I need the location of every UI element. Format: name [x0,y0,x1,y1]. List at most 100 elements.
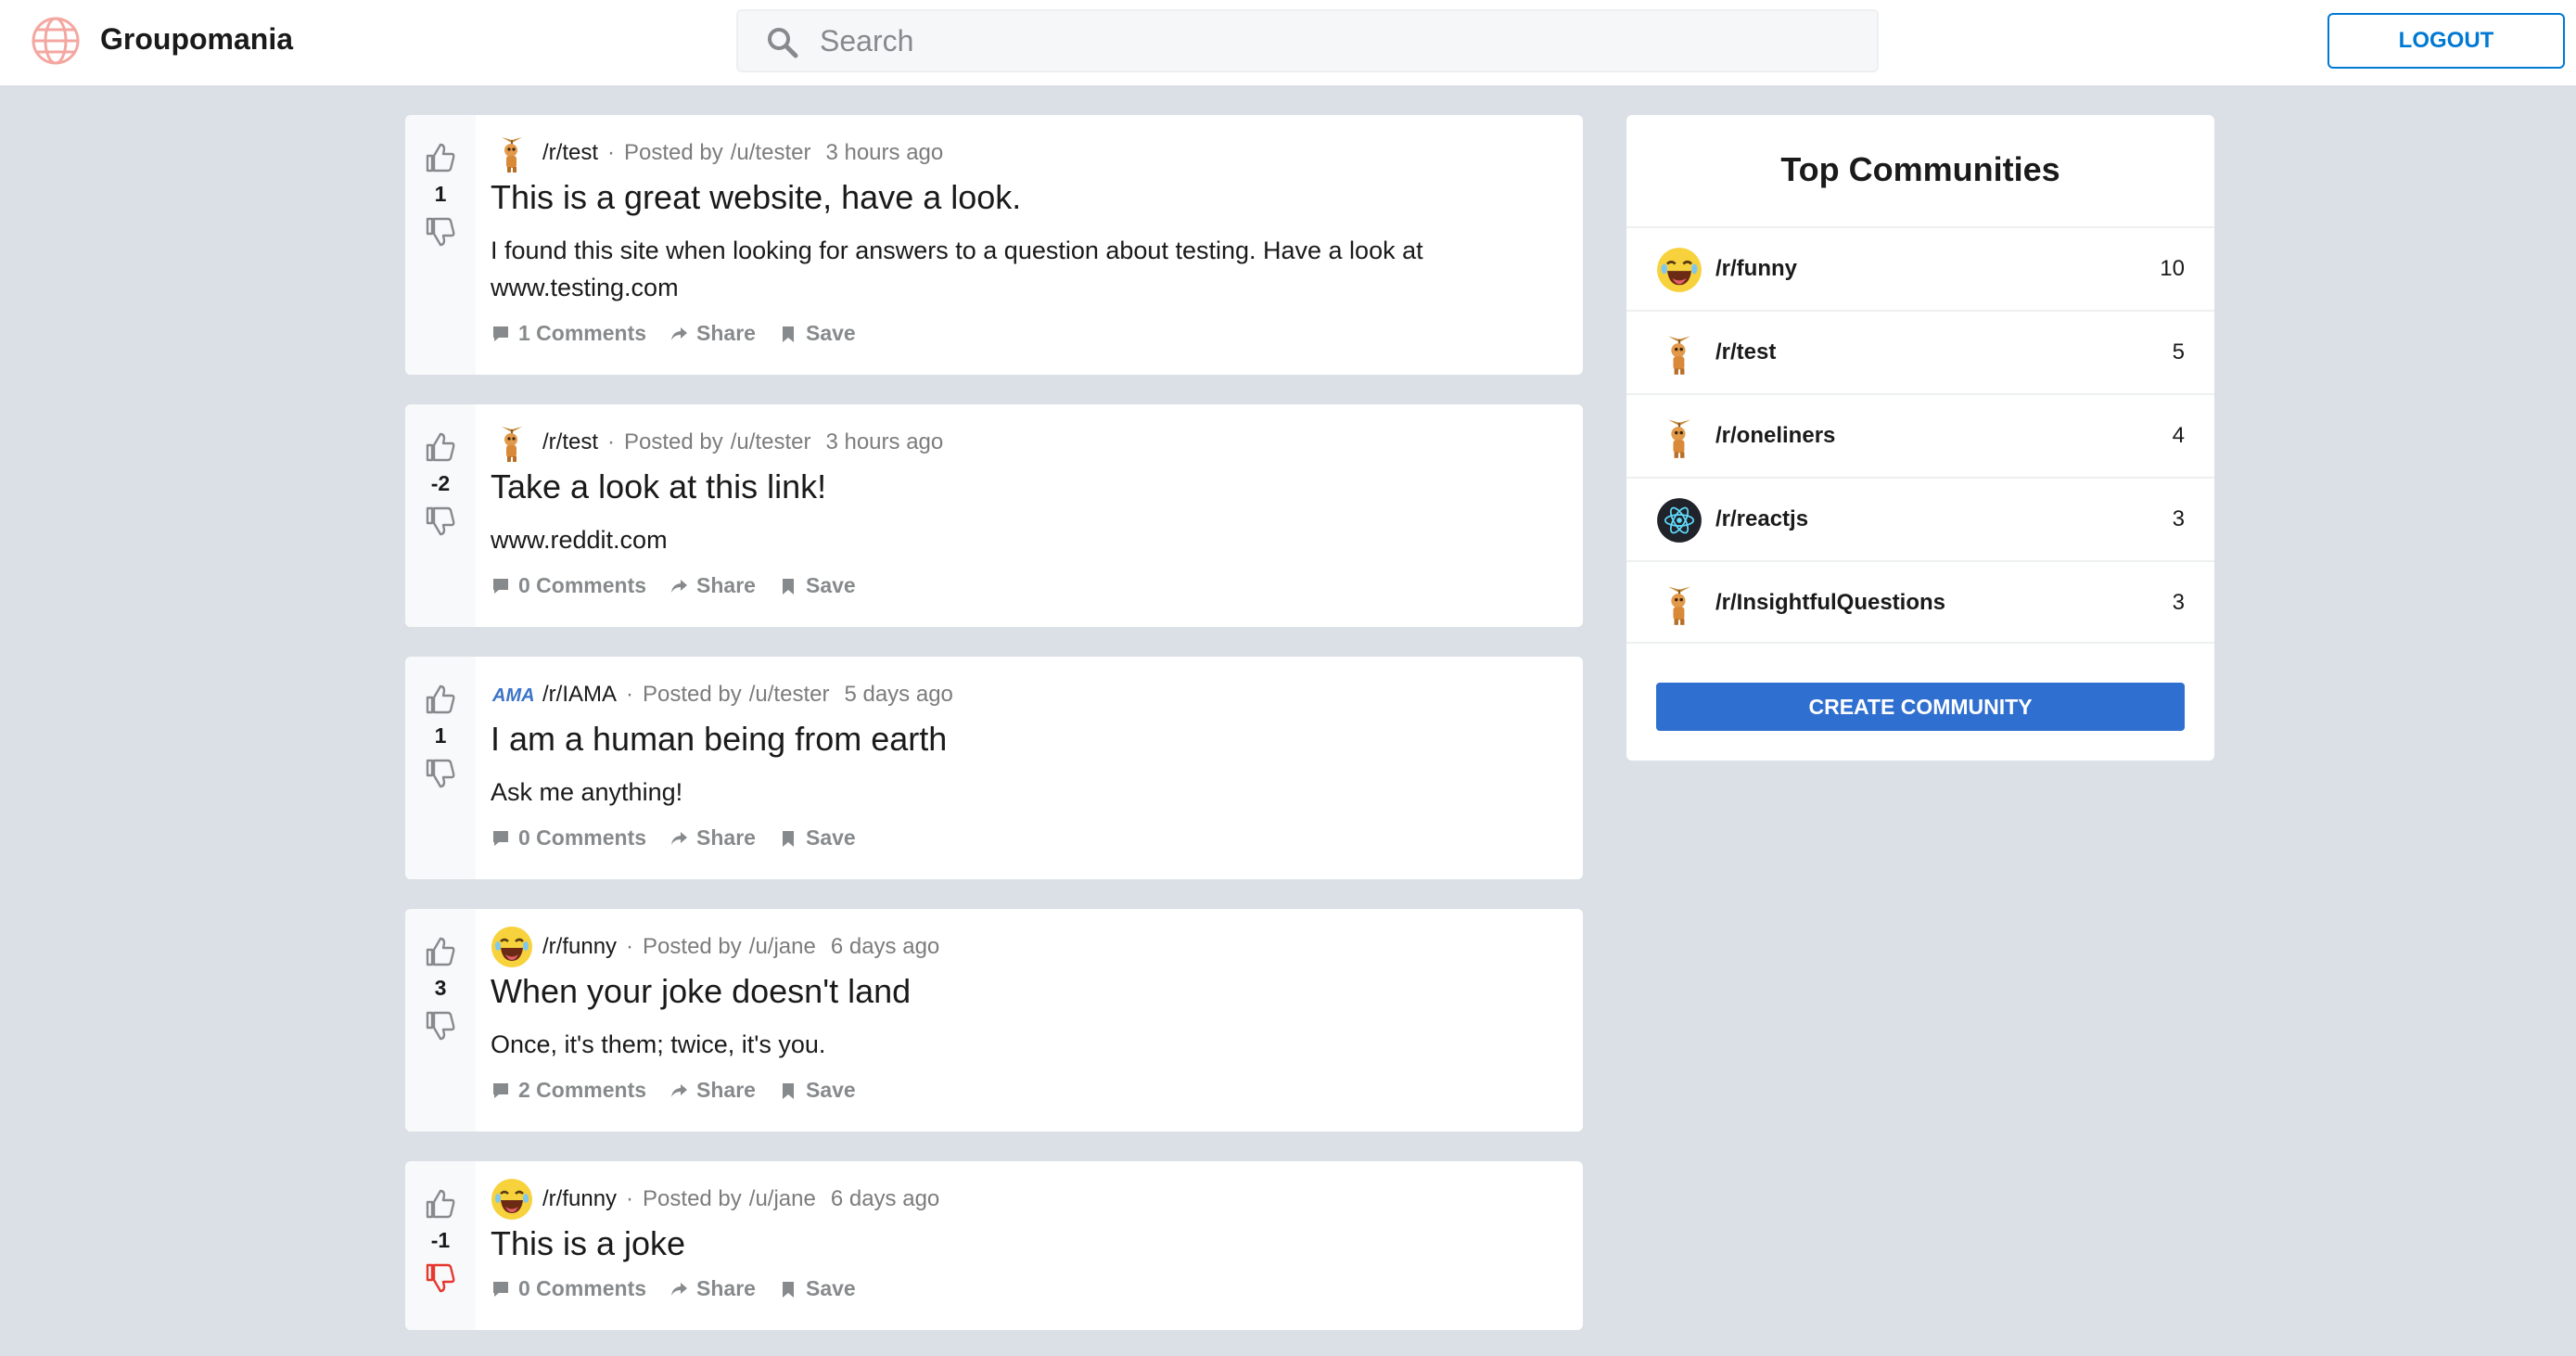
wooden-figure-icon [1656,330,1702,377]
post-meta: /r/IAMA · Posted by /u/tester 5 days ago [491,673,953,716]
comments-label: 2 Comments [518,1078,647,1102]
globe-icon[interactable] [30,15,82,67]
share-button[interactable]: Share [669,573,756,598]
save-button[interactable]: Save [778,825,856,851]
post-time: 5 days ago [844,682,953,707]
community-name[interactable]: /r/oneliners [1715,423,1835,449]
community-link[interactable]: /r/test [542,140,598,166]
vote-score: 1 [434,182,447,206]
post-body[interactable]: /r/IAMA · Posted by /u/tester 5 days ago… [491,657,1564,879]
post-text: I found this site when looking for answe… [491,237,1423,301]
community-link[interactable]: /r/funny [542,934,617,960]
post-title[interactable]: Take a look at this link! [491,467,826,506]
save-button[interactable]: Save [778,321,856,346]
share-label: Share [696,321,756,345]
comment-icon [491,324,511,344]
comments-button[interactable]: 0 Comments [491,1276,646,1301]
search-input[interactable] [820,17,1858,65]
community-link[interactable]: /r/funny [542,1186,617,1212]
post-title[interactable]: I am a human being from earth [491,720,947,759]
share-label: Share [696,825,756,850]
meta-separator: · [626,934,634,959]
post-body[interactable]: /r/test · Posted by /u/tester 3 hours ag… [491,115,1564,375]
top-communities-panel: Top Communities /r/funny 10 /r/test 5 /r… [1626,115,2214,761]
posted-by-label: Posted by [643,1186,742,1211]
share-button[interactable]: Share [669,321,756,346]
wooden-figure-icon [1656,581,1702,627]
community-name[interactable]: /r/funny [1715,256,1797,282]
community-link[interactable]: /r/test [542,429,598,455]
downvote-icon[interactable] [424,757,457,790]
brand-name[interactable]: Groupomania [100,22,293,57]
share-button[interactable]: Share [669,1276,756,1301]
user-link[interactable]: /u/tester [731,429,811,455]
user-link[interactable]: /u/tester [731,140,811,166]
search-bar[interactable] [736,9,1879,72]
downvote-icon-active[interactable] [424,1261,457,1295]
user-link[interactable]: /u/tester [749,682,830,708]
save-label: Save [805,321,856,345]
create-community-button[interactable]: CREATE COMMUNITY [1656,683,2185,731]
community-row[interactable]: /r/reactjs 3 [1626,477,2214,560]
post-body[interactable]: /r/funny · Posted by /u/jane 6 days ago … [491,1161,1564,1330]
save-button[interactable]: Save [778,573,856,598]
community-count: 4 [2172,423,2185,448]
meta-separator: · [607,140,616,165]
downvote-icon[interactable] [424,1009,457,1043]
ama-logo-icon [491,673,533,716]
vote-column: 1 [405,657,476,879]
post-actions: 2 Comments Share Save [491,1078,878,1103]
post-time: 6 days ago [830,934,940,959]
share-label: Share [696,573,756,597]
comments-button[interactable]: 0 Comments [491,825,646,851]
user-link[interactable]: /u/jane [749,1186,816,1212]
save-label: Save [805,1078,856,1102]
comment-icon [491,828,511,849]
community-row[interactable]: /r/funny 10 [1626,226,2214,310]
community-row[interactable]: /r/test 5 [1626,310,2214,393]
post-title[interactable]: This is a great website, have a look. [491,178,1021,217]
comments-button[interactable]: 0 Comments [491,573,646,598]
comments-button[interactable]: 1 Comments [491,321,646,346]
upvote-icon[interactable] [424,430,457,464]
top-navbar: Groupomania LOGOUT [0,0,2576,85]
post-text: www.reddit.com [491,526,668,554]
user-link[interactable]: /u/jane [749,934,816,960]
comments-label: 0 Comments [518,1276,647,1300]
post-time: 3 hours ago [825,140,944,165]
community-row[interactable]: /r/InsightfulQuestions 3 [1626,560,2214,644]
vote-column: 3 [405,909,476,1132]
community-name[interactable]: /r/test [1715,339,1776,365]
comments-button[interactable]: 2 Comments [491,1078,646,1103]
vote-column: 1 [405,115,476,375]
save-button[interactable]: Save [778,1276,856,1301]
downvote-icon[interactable] [424,215,457,249]
community-name[interactable]: /r/reactjs [1715,506,1808,532]
post-body[interactable]: /r/funny · Posted by /u/jane 6 days ago … [491,909,1564,1132]
upvote-icon[interactable] [424,935,457,968]
bookmark-icon [778,828,798,849]
post-meta: /r/test · Posted by /u/tester 3 hours ag… [491,132,943,174]
share-icon [669,1279,689,1299]
vote-column: -1 [405,1161,476,1330]
community-link[interactable]: /r/IAMA [542,682,617,708]
community-row[interactable]: /r/oneliners 4 [1626,393,2214,477]
logout-button[interactable]: LOGOUT [2327,13,2565,69]
share-button[interactable]: Share [669,1078,756,1103]
post-actions: 0 Comments Share Save [491,825,878,851]
upvote-icon[interactable] [424,1187,457,1221]
post-title[interactable]: This is a joke [491,1224,685,1263]
downvote-icon[interactable] [424,505,457,538]
community-name[interactable]: /r/InsightfulQuestions [1715,590,1945,616]
community-count: 5 [2172,339,2185,365]
post-title[interactable]: When your joke doesn't land [491,972,911,1011]
post-actions: 1 Comments Share Save [491,321,878,346]
community-count: 10 [2160,256,2185,281]
share-button[interactable]: Share [669,825,756,851]
upvote-icon[interactable] [424,683,457,716]
upvote-icon[interactable] [424,141,457,174]
save-label: Save [805,825,856,850]
post-body[interactable]: /r/test · Posted by /u/tester 3 hours ag… [491,404,1564,627]
vote-score: -2 [430,471,451,495]
save-button[interactable]: Save [778,1078,856,1103]
